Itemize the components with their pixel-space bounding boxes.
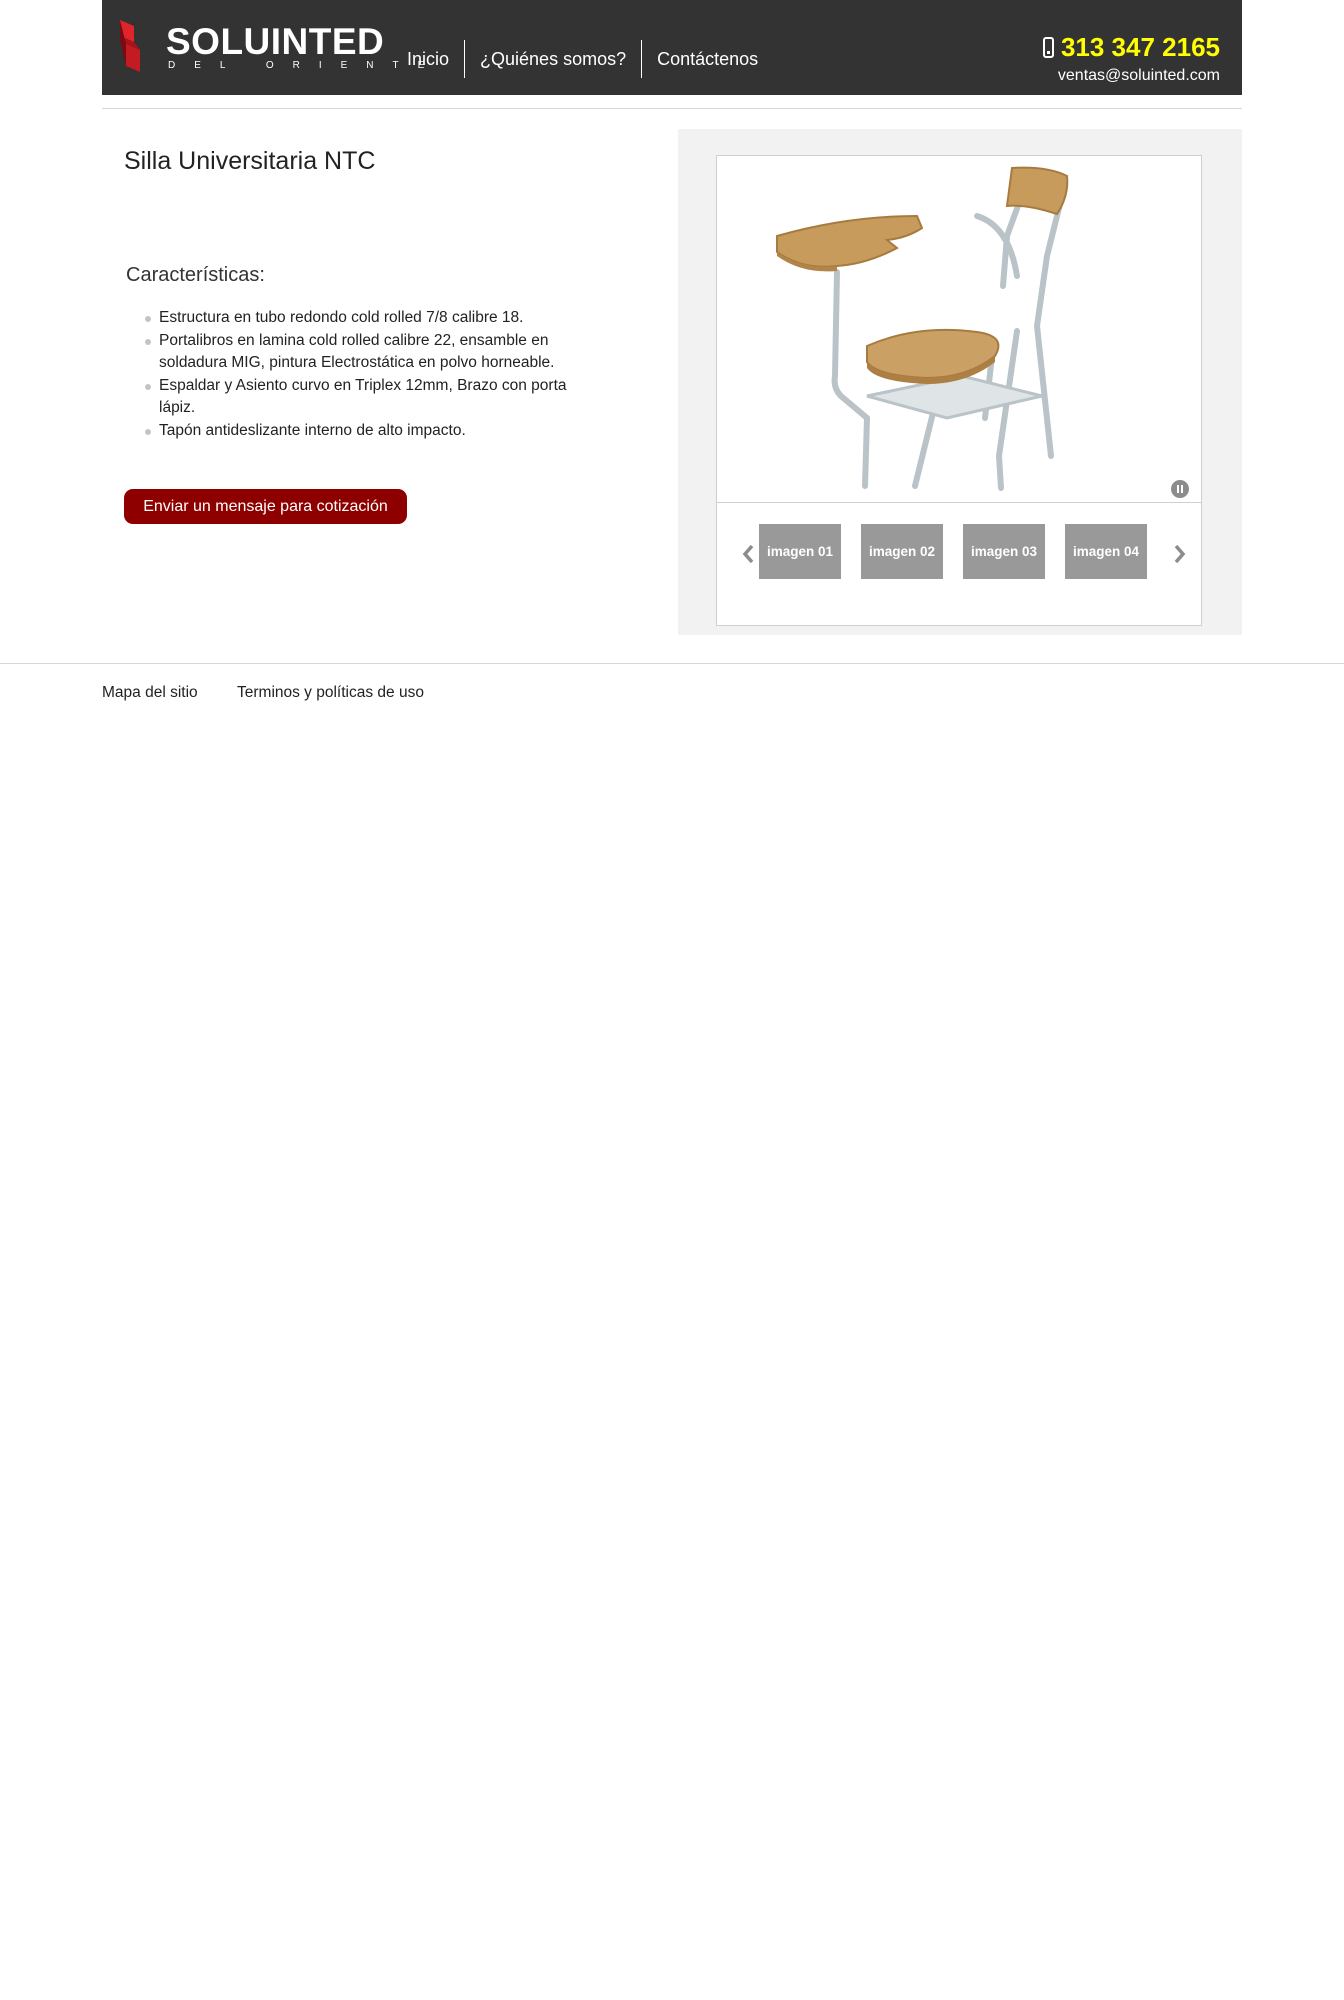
logo-name: SOLUINTED — [166, 21, 385, 62]
footer-link-sitemap[interactable]: Mapa del sitio — [102, 684, 198, 702]
nav-item-quienes-somos[interactable]: ¿Quiénes somos? — [465, 40, 641, 78]
site-header: SOLUINTED DEL ORIENTE Inicio ¿Quiénes so… — [102, 0, 1242, 95]
request-quote-button[interactable]: Enviar un mensaje para cotización — [124, 489, 407, 524]
thumbnail-imagen-02[interactable]: imagen 02 — [861, 524, 943, 579]
nav-item-inicio[interactable]: Inicio — [392, 40, 464, 78]
thumbnail-imagen-04[interactable]: imagen 04 — [1065, 524, 1147, 579]
thumbnail-imagen-03[interactable]: imagen 03 — [963, 524, 1045, 579]
pause-icon[interactable] — [1171, 480, 1189, 498]
contact-info: 313 347 2165 ventas@soluinted.com — [1042, 32, 1220, 86]
features-list: Estructura en tubo redondo cold rolled 7… — [136, 307, 576, 442]
chevron-right-icon[interactable] — [1169, 543, 1189, 565]
product-image — [776, 166, 1069, 491]
feature-item: Tapón antideslizante interno de alto imp… — [136, 420, 576, 443]
feature-item: Portalibros en lamina cold rolled calibr… — [136, 330, 576, 375]
footer-divider — [0, 663, 1344, 664]
logo[interactable]: SOLUINTED DEL ORIENTE — [116, 18, 424, 80]
phone-icon — [1042, 36, 1054, 58]
email-link[interactable]: ventas@soluinted.com — [1043, 66, 1220, 86]
product-title: Silla Universitaria NTC — [124, 147, 376, 175]
feature-item: Estructura en tubo redondo cold rolled 7… — [136, 307, 576, 330]
main-nav: Inicio ¿Quiénes somos? Contáctenos — [392, 40, 773, 78]
chevron-left-icon[interactable] — [739, 543, 759, 565]
feature-item: Espaldar y Asiento curvo en Triplex 12mm… — [136, 375, 576, 420]
header-divider — [102, 108, 1242, 109]
features-heading: Características: — [126, 264, 265, 286]
logo-mark-icon — [120, 20, 140, 72]
nav-item-contactenos[interactable]: Contáctenos — [642, 40, 773, 78]
footer-link-terms[interactable]: Terminos y políticas de uso — [237, 684, 424, 702]
gallery-frame: imagen 01 imagen 02 imagen 03 imagen 04 — [716, 155, 1202, 626]
phone-number: 313 347 2165 — [1060, 32, 1220, 62]
gallery-panel: imagen 01 imagen 02 imagen 03 imagen 04 — [678, 129, 1242, 635]
phone-row: 313 347 2165 — [1042, 32, 1220, 62]
thumbnail-divider — [717, 502, 1201, 503]
thumbnail-imagen-01[interactable]: imagen 01 — [759, 524, 841, 579]
